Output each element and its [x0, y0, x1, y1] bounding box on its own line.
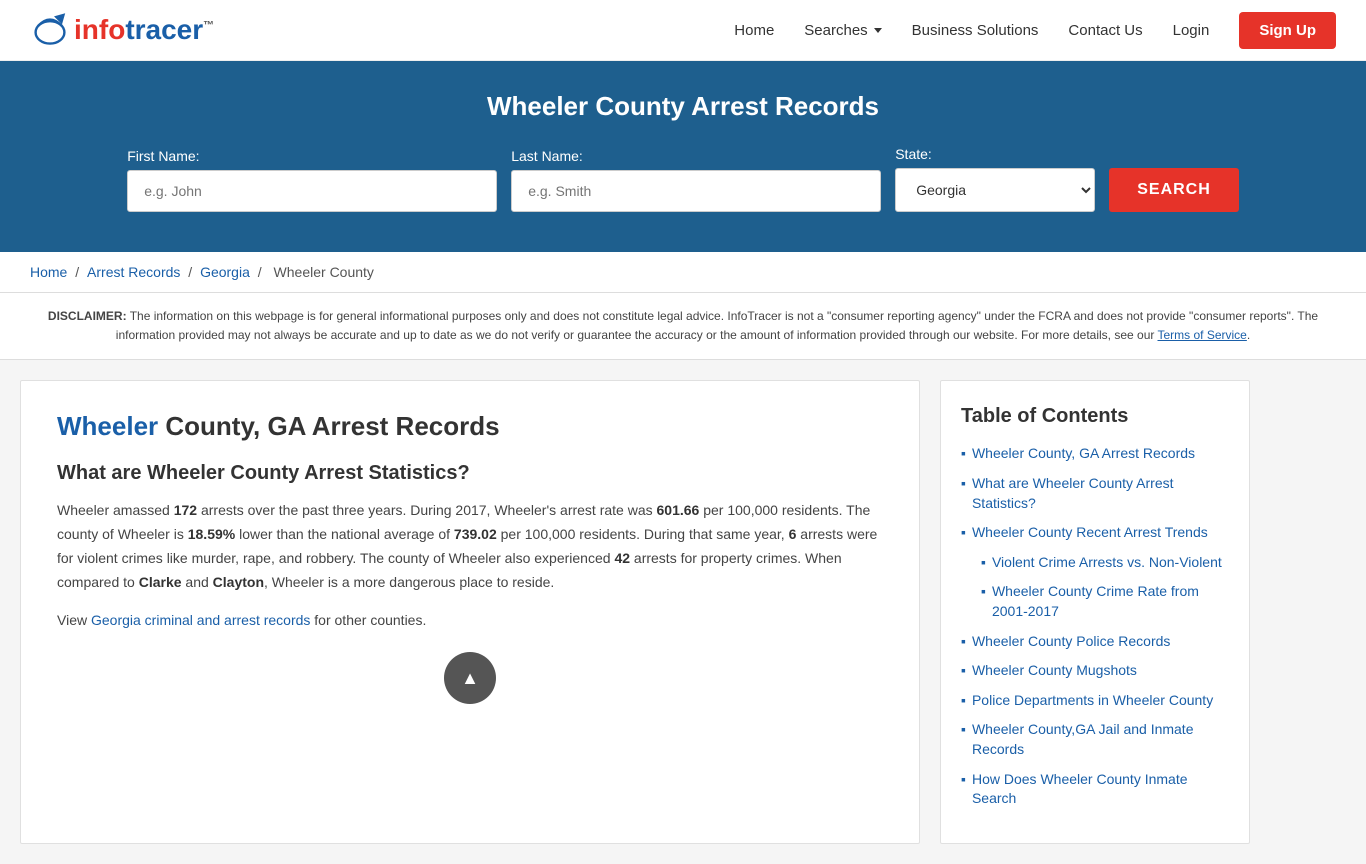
toc-item: Wheeler County Recent Arrest Trends	[961, 523, 1229, 543]
last-name-group: Last Name:	[511, 148, 881, 212]
toc-item: Wheeler County, GA Arrest Records	[961, 444, 1229, 464]
scroll-top-button[interactable]	[444, 652, 496, 704]
stat-601: 601.66	[657, 502, 700, 518]
last-name-label: Last Name:	[511, 148, 583, 164]
section1-paragraph2: View Georgia criminal and arrest records…	[57, 609, 883, 633]
toc-link[interactable]: Wheeler County Mugshots	[972, 661, 1137, 681]
last-name-input[interactable]	[511, 170, 881, 212]
logo[interactable]: infotracer™	[30, 10, 214, 50]
toc-link[interactable]: Wheeler County Police Records	[972, 632, 1170, 652]
article-title-rest: County, GA Arrest Records	[158, 411, 499, 441]
state-group: State: Georgia Alabama Alaska Arizona Ar…	[895, 146, 1095, 212]
breadcrumb-sep3: /	[258, 264, 266, 280]
nav-login[interactable]: Login	[1173, 22, 1210, 39]
toc-item: Wheeler County Police Records	[961, 632, 1229, 652]
table-of-contents: Table of Contents Wheeler County, GA Arr…	[940, 380, 1250, 843]
first-name-input[interactable]	[127, 170, 497, 212]
toc-list: Wheeler County, GA Arrest Records What ar…	[961, 444, 1229, 808]
toc-link[interactable]: How Does Wheeler County Inmate Search	[972, 770, 1229, 809]
nav-business-solutions[interactable]: Business Solutions	[912, 22, 1039, 39]
article-title: Wheeler County, GA Arrest Records	[57, 411, 883, 442]
article: Wheeler County, GA Arrest Records What a…	[20, 380, 920, 843]
breadcrumb-arrest-records[interactable]: Arrest Records	[87, 264, 180, 280]
disclaimer-bar: DISCLAIMER: The information on this webp…	[0, 293, 1366, 360]
hero-section: Wheeler County Arrest Records First Name…	[0, 61, 1366, 252]
site-header: infotracer™ Home Searches Business Solut…	[0, 0, 1366, 61]
toc-item: Police Departments in Wheeler County	[961, 691, 1229, 711]
disclaimer-text: The information on this webpage is for g…	[116, 309, 1318, 342]
stat-18pct: 18.59%	[188, 526, 235, 542]
georgia-records-link[interactable]: Georgia criminal and arrest records	[91, 612, 310, 628]
stat-172: 172	[174, 502, 197, 518]
breadcrumb-georgia[interactable]: Georgia	[200, 264, 250, 280]
breadcrumb-home[interactable]: Home	[30, 264, 67, 280]
breadcrumb-sep1: /	[75, 264, 83, 280]
toc-link[interactable]: Wheeler County,GA Jail and Inmate Record…	[972, 720, 1229, 759]
hero-title: Wheeler County Arrest Records	[40, 91, 1326, 122]
stat-739: 739.02	[454, 526, 497, 542]
disclaimer-label: DISCLAIMER:	[48, 309, 127, 323]
search-form: First Name: Last Name: State: Georgia Al…	[40, 146, 1326, 212]
city-clayton: Clayton	[213, 574, 264, 590]
toc-link[interactable]: What are Wheeler County Arrest Statistic…	[972, 474, 1229, 513]
state-select[interactable]: Georgia Alabama Alaska Arizona Arkansas …	[895, 168, 1095, 212]
toc-item: Violent Crime Arrests vs. Non-Violent	[961, 553, 1229, 573]
toc-item: What are Wheeler County Arrest Statistic…	[961, 474, 1229, 513]
scroll-top-area	[57, 652, 883, 704]
toc-item: Wheeler County Mugshots	[961, 661, 1229, 681]
signup-button[interactable]: Sign Up	[1239, 12, 1336, 49]
state-label: State:	[895, 146, 932, 162]
first-name-group: First Name:	[127, 148, 497, 212]
city-clarke: Clarke	[139, 574, 182, 590]
breadcrumb-sep2: /	[188, 264, 196, 280]
toc-heading: Table of Contents	[961, 405, 1229, 428]
article-title-highlight: Wheeler	[57, 411, 158, 441]
toc-link[interactable]: Violent Crime Arrests vs. Non-Violent	[992, 553, 1222, 573]
toc-link[interactable]: Wheeler County Recent Arrest Trends	[972, 523, 1208, 543]
search-button[interactable]: SEARCH	[1109, 168, 1239, 212]
disclaimer-tos-link[interactable]: Terms of Service	[1158, 328, 1247, 342]
stat-42: 42	[614, 550, 630, 566]
nav-home[interactable]: Home	[734, 22, 774, 39]
toc-link[interactable]: Wheeler County Crime Rate from 2001-2017	[992, 582, 1229, 621]
toc-item: How Does Wheeler County Inmate Search	[961, 770, 1229, 809]
toc-item: Wheeler County Crime Rate from 2001-2017	[961, 582, 1229, 621]
toc-item: Wheeler County,GA Jail and Inmate Record…	[961, 720, 1229, 759]
main-nav: Home Searches Business Solutions Contact…	[734, 12, 1336, 49]
first-name-label: First Name:	[127, 148, 199, 164]
breadcrumb-wheeler-county: Wheeler County	[274, 264, 374, 280]
toc-link[interactable]: Wheeler County, GA Arrest Records	[972, 444, 1195, 464]
logo-text: infotracer™	[74, 14, 214, 46]
logo-icon	[30, 10, 70, 50]
nav-contact-us[interactable]: Contact Us	[1068, 22, 1142, 39]
main-content: Wheeler County, GA Arrest Records What a…	[0, 360, 1366, 863]
nav-searches[interactable]: Searches	[804, 22, 881, 39]
breadcrumb: Home / Arrest Records / Georgia / Wheele…	[0, 252, 1366, 293]
toc-link[interactable]: Police Departments in Wheeler County	[972, 691, 1213, 711]
section1-heading: What are Wheeler County Arrest Statistic…	[57, 462, 883, 485]
section1-paragraph1: Wheeler amassed 172 arrests over the pas…	[57, 499, 883, 594]
chevron-down-icon	[874, 28, 882, 33]
